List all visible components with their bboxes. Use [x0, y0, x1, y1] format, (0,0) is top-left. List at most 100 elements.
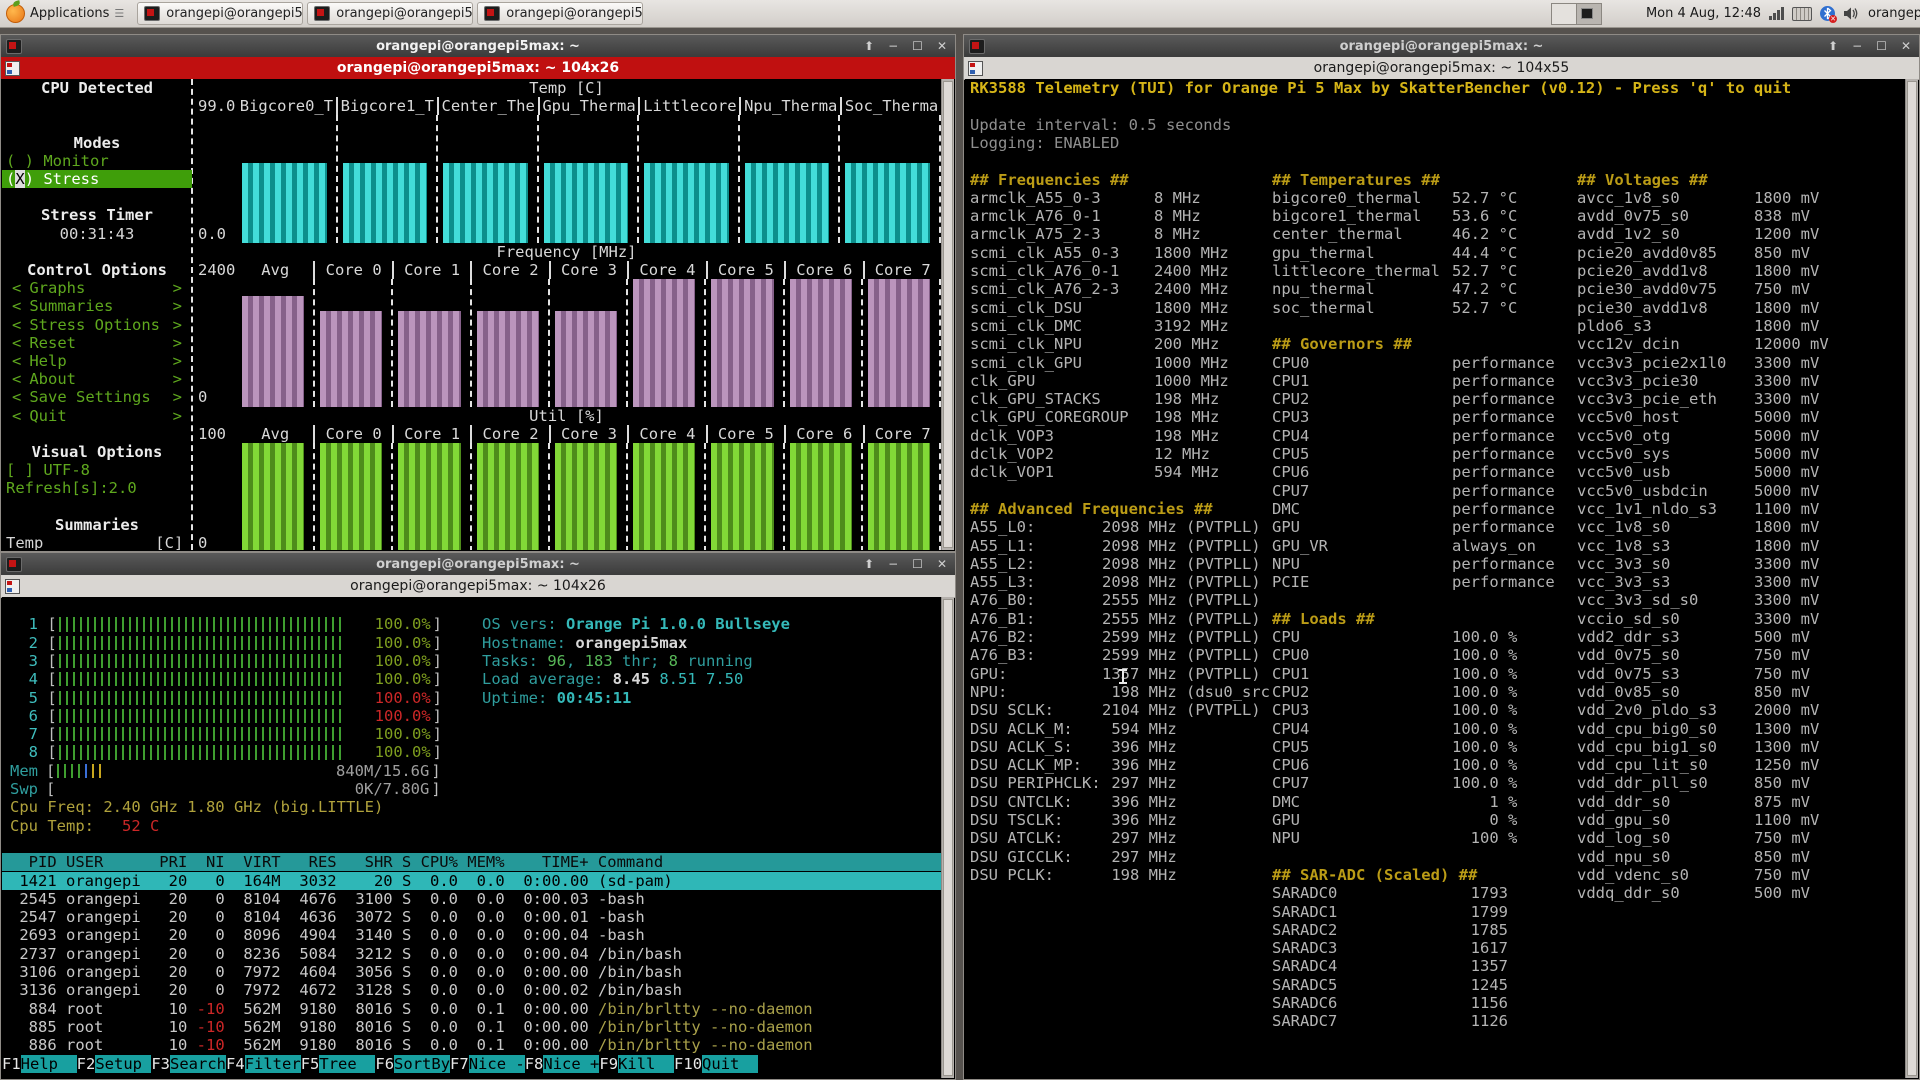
htop-scrollbar[interactable] [941, 597, 954, 1078]
process-row[interactable]: 886 root 10 -10 562M 9180 8016 S 0.0 0.1… [2, 1036, 941, 1054]
telemetry-value: 2098 MHz (PVTPLL) [1102, 573, 1261, 592]
maximize-button[interactable]: ☐ [912, 557, 923, 571]
bluetooth-icon[interactable]: ✕ [1820, 6, 1837, 23]
fn-key-f6[interactable]: F6 [375, 1055, 394, 1073]
minimize-button[interactable]: − [888, 39, 898, 53]
cpu-meter-value: 100.0% [374, 651, 431, 670]
fn-label-f1[interactable]: Help [20, 1054, 77, 1073]
telemetry-row: CPU4 performance [1272, 427, 1555, 445]
fn-label-f7[interactable]: Nice - [468, 1054, 525, 1073]
telemetry-value: 1799 [1452, 902, 1508, 921]
fn-label-f9[interactable]: Kill [618, 1054, 675, 1073]
process-row[interactable]: 3106 orangepi 20 0 7972 4604 3056 S 0.0 … [2, 963, 941, 981]
clock[interactable]: Mon 4 Aug, 12:48 [1646, 6, 1761, 21]
close-button[interactable]: ✕ [937, 39, 947, 53]
process-row[interactable]: 885 root 10 -10 562M 9180 8016 S 0.0 0.1… [2, 1018, 941, 1036]
fn-label-f8[interactable]: Nice + [543, 1054, 600, 1073]
fn-label-f5[interactable]: Tree [319, 1054, 376, 1073]
stui-tabbar[interactable]: orangepi@orangepi5max: ~ 104x26 [1, 57, 955, 79]
fn-key-f8[interactable]: F8 [525, 1055, 544, 1073]
telemetry-terminal[interactable]: RK3588 Telemetry (TUI) for Orange Pi 5 M… [965, 79, 1918, 1078]
telemetry-value: 1000 MHz [1154, 353, 1229, 372]
fn-key-f9[interactable]: F9 [599, 1055, 618, 1073]
tray-username: orangepi [1868, 6, 1920, 21]
telemetry-titlebar[interactable]: orangepi@orangepi5max: ~ ⬆ − ☐ ✕ [964, 35, 1919, 57]
telemetry-value: 1793 [1452, 884, 1508, 903]
fn-key-f4[interactable]: F4 [226, 1055, 245, 1073]
htop-titlebar[interactable]: orangepi@orangepi5max: ~ ⬆ − ☐ ✕ [1, 553, 955, 575]
network-signal-icon[interactable] [1769, 7, 1784, 20]
process-row[interactable]: 2693 orangepi 20 0 8096 4904 3140 S 0.0 … [2, 926, 941, 944]
menu-summaries[interactable]: < Summaries > [2, 297, 192, 315]
menu-save-settings[interactable]: < Save Settings > [2, 388, 192, 406]
fn-key-f10[interactable]: F10 [674, 1055, 702, 1073]
fn-key-f7[interactable]: F7 [450, 1055, 469, 1073]
telemetry-tabbar[interactable]: orangepi@orangepi5max: ~ 104x55 [964, 57, 1919, 80]
stui-scrollbar[interactable] [941, 79, 954, 550]
telemetry-value: 100.0 % [1452, 646, 1518, 665]
menu-help[interactable]: < Help > [2, 352, 192, 370]
taskbar-window-button[interactable]: orangepi@orangepi5ma... [307, 2, 474, 25]
fn-label-f10[interactable]: Quit [702, 1054, 759, 1073]
shade-button[interactable]: ⬆ [864, 39, 874, 53]
menu-reset[interactable]: < Reset > [2, 334, 192, 352]
process-row[interactable]: 2547 orangepi 20 0 8104 4636 3072 S 0.0 … [2, 908, 941, 926]
process-row[interactable]: 1421 orangepi 20 0 164M 3032 20 S 0.0 0.… [2, 871, 941, 890]
fn-key-f5[interactable]: F5 [301, 1055, 320, 1073]
fn-label-f4[interactable]: Filter [244, 1054, 301, 1073]
fn-key-f1[interactable]: F1 [2, 1055, 21, 1073]
workspace-pager[interactable] [1550, 2, 1602, 25]
refresh-setting[interactable]: Refresh[s]:2.0 [2, 479, 196, 497]
menu-quit[interactable]: < Quit > [2, 407, 192, 425]
taskbar-window-button[interactable]: orangepi@orangepi5ma... [137, 2, 304, 25]
process-table-header[interactable]: PID USER PRI NI VIRT RES SHR S CPU% MEM%… [2, 853, 941, 872]
process-row[interactable]: 3136 orangepi 20 0 7972 4672 3128 S 0.0 … [2, 981, 941, 999]
telemetry-row: vdd_cpu_big1_s0 1300 mV [1577, 738, 1819, 756]
stui-titlebar[interactable]: orangepi@orangepi5max: ~ ⬆ − ☐ ✕ [1, 35, 955, 57]
applications-menu[interactable]: Applications ☰ [0, 0, 129, 27]
shade-button[interactable]: ⬆ [1828, 39, 1838, 53]
close-button[interactable]: ✕ [1901, 39, 1911, 53]
mode-monitor-option[interactable]: ( ) Monitor [2, 152, 196, 170]
temp-graph-bar [543, 162, 629, 243]
keyboard-layout-icon[interactable] [1792, 6, 1812, 21]
minimize-button[interactable]: − [1852, 39, 1862, 53]
telemetry-label: DSU PCLK: [970, 865, 1054, 884]
mode-stress-option[interactable]: (X) Stress [2, 170, 192, 189]
workspace-2[interactable] [1575, 3, 1601, 24]
maximize-button[interactable]: ☐ [1876, 39, 1887, 53]
close-button[interactable]: ✕ [937, 557, 947, 571]
process-row[interactable]: 2545 orangepi 20 0 8104 4676 3100 S 0.0 … [2, 890, 941, 908]
freq-graph-bar [633, 279, 696, 407]
minimize-button[interactable]: − [888, 557, 898, 571]
process-row[interactable]: 884 root 10 -10 562M 9180 8016 S 0.0 0.1… [2, 1000, 941, 1018]
utf8-toggle[interactable]: [ ] UTF-8 [2, 461, 196, 479]
fn-key-f2[interactable]: F2 [77, 1055, 96, 1073]
fn-label-f6[interactable]: SortBy [394, 1054, 451, 1073]
fn-label-f2[interactable]: Setup [95, 1054, 152, 1073]
cpu-meter-fill [58, 635, 345, 650]
telemetry-scrollbar[interactable] [1905, 79, 1918, 1078]
util-graph-bar-cell [628, 443, 707, 550]
menu-stress-options[interactable]: < Stress Options > [2, 316, 192, 334]
fn-label-f3[interactable]: Search [170, 1054, 227, 1073]
shade-button[interactable]: ⬆ [864, 557, 874, 571]
menu-graphs[interactable]: < Graphs > [2, 279, 192, 297]
cpu-meter-bar: 100.0% [57, 725, 433, 743]
fn-key-f3[interactable]: F3 [151, 1055, 170, 1073]
telemetry-value: 750 mV [1754, 664, 1810, 683]
htop-tabbar[interactable]: orangepi@orangepi5max: ~ 104x26 [1, 575, 955, 598]
htop-terminal[interactable]: 1 [100.0%] 2 [100.0%] 3 [100.0%] 4 [100.0%]… [2, 597, 954, 1078]
telemetry-row: SARADC5 1245 [1272, 976, 1508, 994]
menu-about[interactable]: < About > [2, 370, 192, 388]
arrow-right: > [172, 279, 182, 298]
maximize-button[interactable]: ☐ [912, 39, 923, 53]
volume-icon[interactable] [1843, 6, 1860, 21]
telemetry-value: 100.0 % [1452, 719, 1518, 738]
workspace-1[interactable] [1551, 3, 1576, 24]
taskbar-window-button[interactable]: orangepi@orangepi5ma... [477, 2, 644, 25]
telemetry-label: vcc_1v8_s0 [1577, 518, 1671, 537]
stui-terminal[interactable]: CPU Detected Modes( ) Monitor (X) Stress St… [2, 79, 954, 550]
process-row[interactable]: 2737 orangepi 20 0 8236 5084 3212 S 0.0 … [2, 945, 941, 963]
util-graph-bar [711, 443, 774, 550]
